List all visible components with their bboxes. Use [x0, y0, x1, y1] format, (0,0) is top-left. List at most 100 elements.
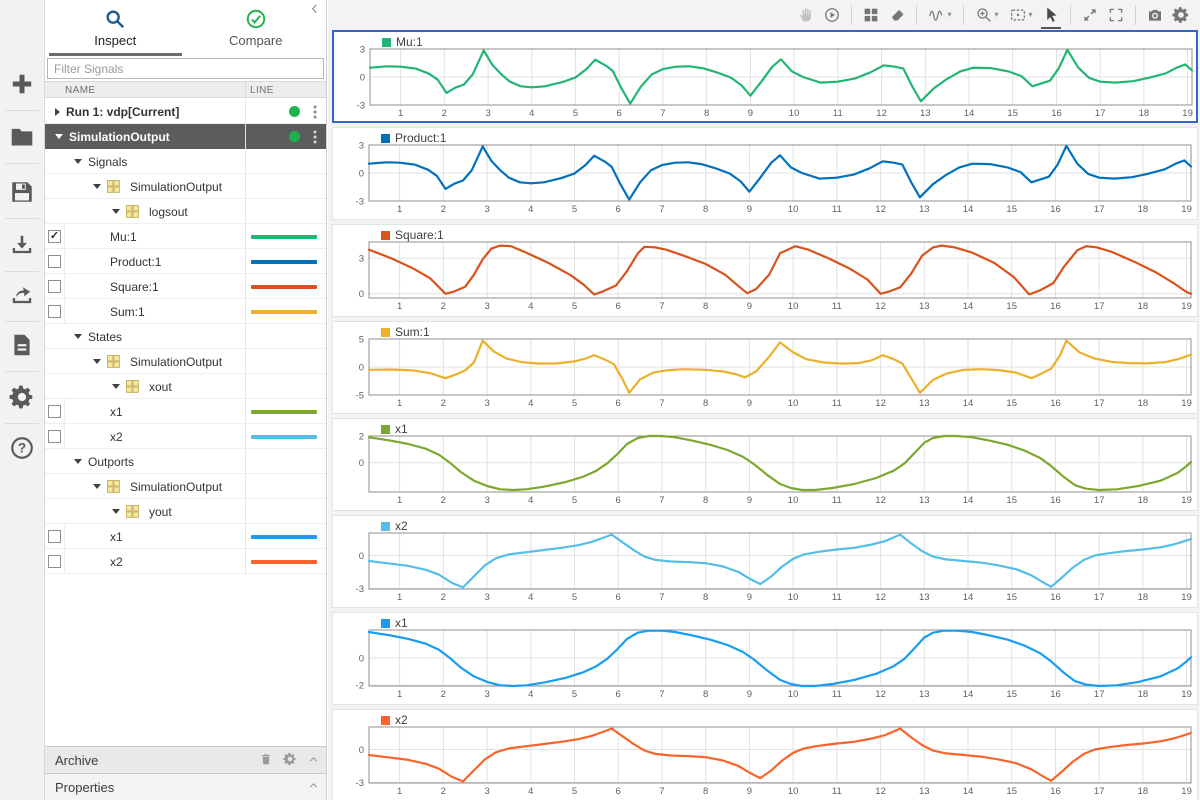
pointer-tool-button[interactable]	[1038, 2, 1064, 28]
tree-row[interactable]: logsout	[45, 199, 326, 224]
tree-row[interactable]: SimulationOutput	[45, 474, 326, 499]
chart-mu1[interactable]: 1234567891011121314151617181930-3Mu:1	[332, 30, 1198, 123]
new-session-button[interactable]	[0, 62, 44, 106]
signal-row[interactable]: Square:1	[45, 274, 326, 299]
chevron-up-button[interactable]	[307, 779, 320, 792]
svg-text:5: 5	[572, 786, 577, 797]
svg-text:1: 1	[397, 592, 402, 603]
trash-button[interactable]	[259, 752, 273, 766]
dropdown-caret-icon[interactable]: ▾	[947, 10, 951, 19]
expander-down-icon[interactable]	[112, 209, 120, 214]
signal-display-button[interactable]: ▾	[923, 2, 957, 28]
signal-row[interactable]: x2	[45, 549, 326, 574]
row-options-button[interactable]	[312, 129, 318, 144]
filter-signals-input[interactable]	[47, 58, 324, 79]
svg-text:15: 15	[1006, 592, 1017, 603]
expander-down-icon[interactable]	[74, 334, 82, 339]
line-style-swatch[interactable]	[251, 310, 317, 314]
svg-text:13: 13	[919, 495, 930, 506]
clear-plots-button[interactable]	[884, 2, 910, 28]
line-style-swatch[interactable]	[251, 535, 317, 539]
expander-down-icon[interactable]	[93, 184, 101, 189]
tree-row[interactable]: States	[45, 324, 326, 349]
svg-text:11: 11	[832, 204, 842, 215]
tree-row[interactable]: xout	[45, 374, 326, 399]
subplot-layout-button[interactable]	[858, 2, 884, 28]
help-button[interactable]: ?	[0, 426, 44, 470]
grid-icon	[107, 355, 120, 368]
tree-row-content: States	[45, 324, 244, 349]
chart-product1[interactable]: 1234567891011121314151617181930-3Product…	[332, 127, 1198, 220]
svg-text:4: 4	[528, 398, 533, 409]
tree-row[interactable]: Outports	[45, 449, 326, 474]
chart-outports-x2[interactable]: 123456789101112131415161718190-3x2	[332, 709, 1198, 800]
svg-text:4: 4	[528, 204, 533, 215]
fit-to-view-button[interactable]: ▾	[1004, 2, 1038, 28]
tab-inspect[interactable]: Inspect	[45, 0, 186, 56]
fullscreen-button[interactable]	[1103, 2, 1129, 28]
signal-row[interactable]: x1	[45, 524, 326, 549]
signal-row[interactable]: Sum:1	[45, 299, 326, 324]
expander-down-icon[interactable]	[55, 134, 63, 139]
line-style-swatch[interactable]	[251, 285, 317, 289]
tree-row[interactable]: SimulationOutput	[45, 174, 326, 199]
svg-text:10: 10	[789, 108, 800, 119]
collapse-panel-button[interactable]	[308, 2, 324, 18]
dropdown-caret-icon[interactable]: ▾	[1028, 10, 1032, 19]
open-button[interactable]	[0, 115, 44, 159]
svg-text:18: 18	[1138, 786, 1149, 797]
pan-button[interactable]	[793, 2, 819, 28]
create-report-button[interactable]	[0, 323, 44, 367]
svg-text:19: 19	[1181, 495, 1192, 506]
tree-row-label: logsout	[149, 205, 188, 219]
plot-x1: 1234567891011121314151617181920	[333, 419, 1197, 512]
zoom-button[interactable]: ▾	[970, 2, 1004, 28]
snapshot-button[interactable]	[1142, 2, 1168, 28]
expander-down-icon[interactable]	[112, 509, 120, 514]
dropdown-caret-icon[interactable]: ▾	[994, 10, 998, 19]
export-button[interactable]	[0, 273, 44, 317]
chart-states-x2[interactable]: 123456789101112131415161718190-3x2	[332, 515, 1198, 608]
line-style-swatch[interactable]	[251, 560, 317, 564]
expander-right-icon[interactable]	[55, 108, 60, 116]
expander-down-icon[interactable]	[112, 384, 120, 389]
tree-row-content: Outports	[45, 449, 244, 474]
line-style-swatch[interactable]	[251, 260, 317, 264]
expander-down-icon[interactable]	[74, 159, 82, 164]
signal-row[interactable]: x2	[45, 424, 326, 449]
tree-row[interactable]: yout	[45, 499, 326, 524]
tree-row[interactable]: SimulationOutput	[45, 124, 326, 149]
tab-compare[interactable]: Compare	[186, 0, 327, 56]
tree-row[interactable]: SimulationOutput	[45, 349, 326, 374]
chart-sum1[interactable]: 1234567891011121314151617181950-5Sum:1	[332, 321, 1198, 414]
preferences-button[interactable]	[0, 375, 44, 419]
expand-axes-button[interactable]	[1077, 2, 1103, 28]
expander-down-icon[interactable]	[93, 359, 101, 364]
chart-outports-x1[interactable]: 123456789101112131415161718190-2x1	[332, 612, 1198, 705]
properties-bar[interactable]: Properties	[45, 773, 326, 800]
plot-settings-button[interactable]	[1168, 2, 1194, 28]
line-style-swatch[interactable]	[251, 435, 317, 439]
svg-text:9: 9	[747, 301, 752, 312]
archive-label: Archive	[55, 753, 98, 768]
expander-down-icon[interactable]	[74, 459, 82, 464]
line-style-swatch[interactable]	[251, 235, 317, 239]
archive-bar[interactable]: Archive	[45, 746, 326, 773]
row-options-button[interactable]	[312, 104, 318, 119]
signal-row[interactable]: x1	[45, 399, 326, 424]
expander-down-icon[interactable]	[93, 484, 101, 489]
gear-button[interactable]	[283, 752, 297, 766]
line-style-swatch[interactable]	[251, 410, 317, 414]
chart-legend: x2	[381, 519, 408, 533]
chart-square1[interactable]: 1234567891011121314151617181930Square:1	[332, 224, 1198, 317]
import-button[interactable]	[0, 223, 44, 267]
save-button[interactable]	[0, 170, 44, 214]
chart-states-x1[interactable]: 1234567891011121314151617181920x1	[332, 418, 1198, 511]
tree-row[interactable]: Run 1: vdp[Current]	[45, 99, 326, 124]
signal-row[interactable]: ✓Mu:1	[45, 224, 326, 249]
replay-button[interactable]	[819, 2, 845, 28]
svg-text:10: 10	[788, 786, 799, 797]
signal-row[interactable]: Product:1	[45, 249, 326, 274]
chevron-up-button[interactable]	[307, 753, 320, 766]
tree-row[interactable]: Signals	[45, 149, 326, 174]
